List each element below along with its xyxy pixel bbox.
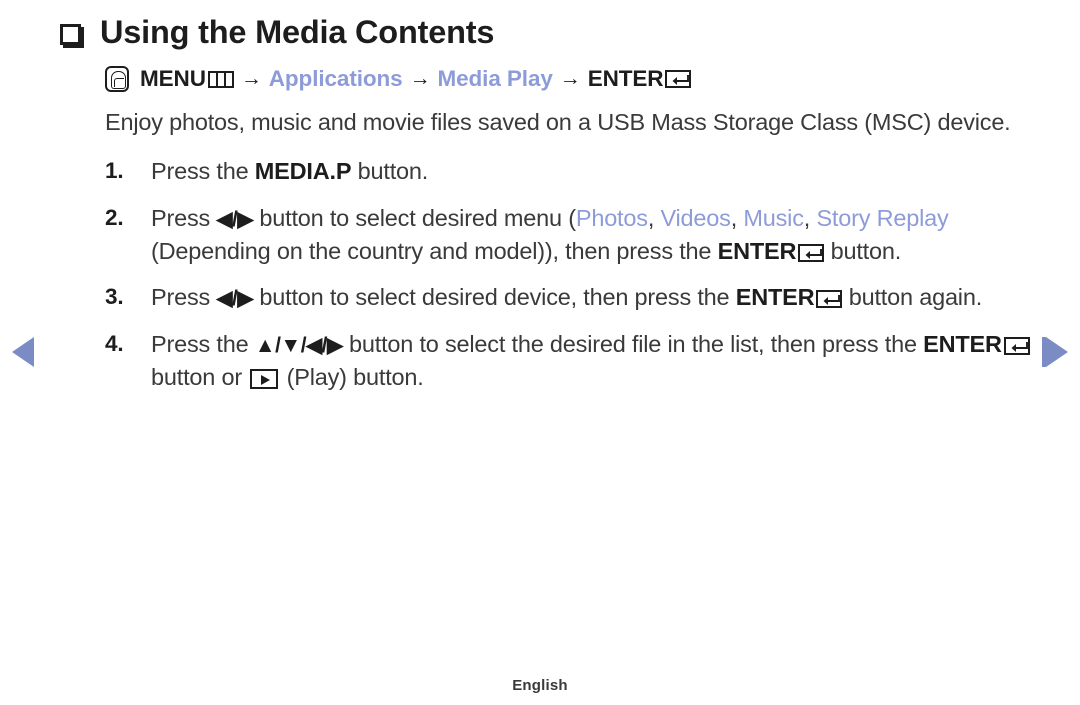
return-arrow-glyph — [805, 249, 823, 260]
menu-path-breadcrumb: MENU → Applications → Media Play → ENTER — [105, 66, 1080, 92]
return-arrow-glyph — [823, 295, 841, 306]
menu-path-enter-label: ENTER — [587, 66, 664, 91]
step-item: 2. Press ◀/▶ button to select desired me… — [105, 202, 1030, 269]
step2-text-1: Press — [151, 204, 217, 231]
step2-sep-3: , — [803, 204, 817, 231]
path-arrow-1: → — [240, 67, 262, 90]
step2-sep-1: , — [647, 204, 661, 231]
step1-text-1: Press the — [151, 158, 255, 185]
step4-text-3: button or — [151, 364, 249, 391]
square-bullet-icon — [60, 24, 81, 45]
step-text: Press ◀/▶ button to select desired menu … — [151, 202, 1030, 269]
hand-press-icon — [105, 66, 129, 92]
step-number: 4. — [105, 330, 124, 356]
step2-text-3: (Depending on the country and model)), t… — [151, 238, 718, 265]
step4-text-2: button to select the desired file in the… — [342, 330, 924, 357]
step2-sep-2: , — [730, 204, 744, 231]
path-arrow-2: → — [409, 67, 431, 90]
menu-path-menu-label: MENU — [140, 66, 206, 91]
step-number: 1. — [105, 158, 124, 184]
enter-return-icon — [665, 70, 692, 88]
step1-text-2: button. — [351, 158, 429, 185]
step2-text-2: button to select desired menu ( — [253, 204, 576, 231]
menu-option-videos: Videos — [660, 204, 731, 231]
enter-return-icon — [1003, 336, 1030, 355]
step2-bold-enter: ENTER — [717, 238, 797, 265]
page-title-row: Using the Media Contents — [60, 13, 1080, 52]
step-number: 3. — [105, 284, 124, 310]
enter-return-icon — [798, 244, 825, 263]
page-content: Using the Media Contents MENU → Applicat… — [0, 0, 1080, 408]
dpad-left-right-icon: ◀/▶ — [216, 207, 254, 231]
step3-text-2: button to select desired device, then pr… — [253, 284, 736, 311]
step-text: Press the MEDIA.P button. — [151, 155, 1030, 188]
footer-language-label: English — [512, 677, 568, 694]
menu-option-photos: Photos — [575, 204, 648, 231]
play-button-icon — [250, 369, 279, 390]
step3-text-1: Press — [151, 284, 217, 311]
step3-bold-enter: ENTER — [735, 284, 815, 311]
dpad-left-right-icon: ◀/▶ — [216, 287, 254, 311]
step4-bold-enter: ENTER — [923, 330, 1002, 357]
step-item: 4. Press the ▲/▼/◀/▶ button to select th… — [105, 328, 1030, 395]
manual-page: Using the Media Contents MENU → Applicat… — [0, 0, 1080, 705]
menu-option-music: Music — [743, 204, 804, 231]
menu-option-story-replay: Story Replay — [816, 204, 949, 231]
steps-list: 1. Press the MEDIA.P button. 2. Press ◀/… — [105, 155, 1030, 394]
return-arrow-glyph — [1011, 341, 1028, 352]
intro-paragraph: Enjoy photos, music and movie files save… — [105, 109, 1011, 135]
step-number: 2. — [105, 204, 124, 230]
step-text: Press the ▲/▼/◀/▶ button to select the d… — [151, 328, 1030, 395]
menu-path-item-media-play: Media Play — [437, 66, 553, 91]
step-item: 1. Press the MEDIA.P button. — [105, 155, 1030, 188]
step1-bold-media-p: MEDIA.P — [254, 158, 352, 185]
step-item: 3. Press ◀/▶ button to select desired de… — [105, 281, 1030, 314]
menu-grid-icon — [207, 70, 234, 88]
return-arrow-glyph — [672, 75, 690, 85]
step2-text-4: button. — [824, 238, 902, 265]
path-arrow-3: → — [559, 67, 581, 90]
step3-text-3: button again. — [842, 284, 983, 311]
step4-text-4: (Play) button. — [280, 364, 424, 391]
enter-return-icon — [816, 290, 843, 309]
step-text: Press ◀/▶ button to select desired devic… — [151, 281, 1030, 314]
page-title: Using the Media Contents — [100, 14, 495, 50]
step4-text-1: Press the — [151, 330, 255, 357]
dpad-four-direction-icon: ▲/▼/◀/▶ — [254, 333, 343, 357]
menu-path-item-applications: Applications — [268, 66, 403, 91]
